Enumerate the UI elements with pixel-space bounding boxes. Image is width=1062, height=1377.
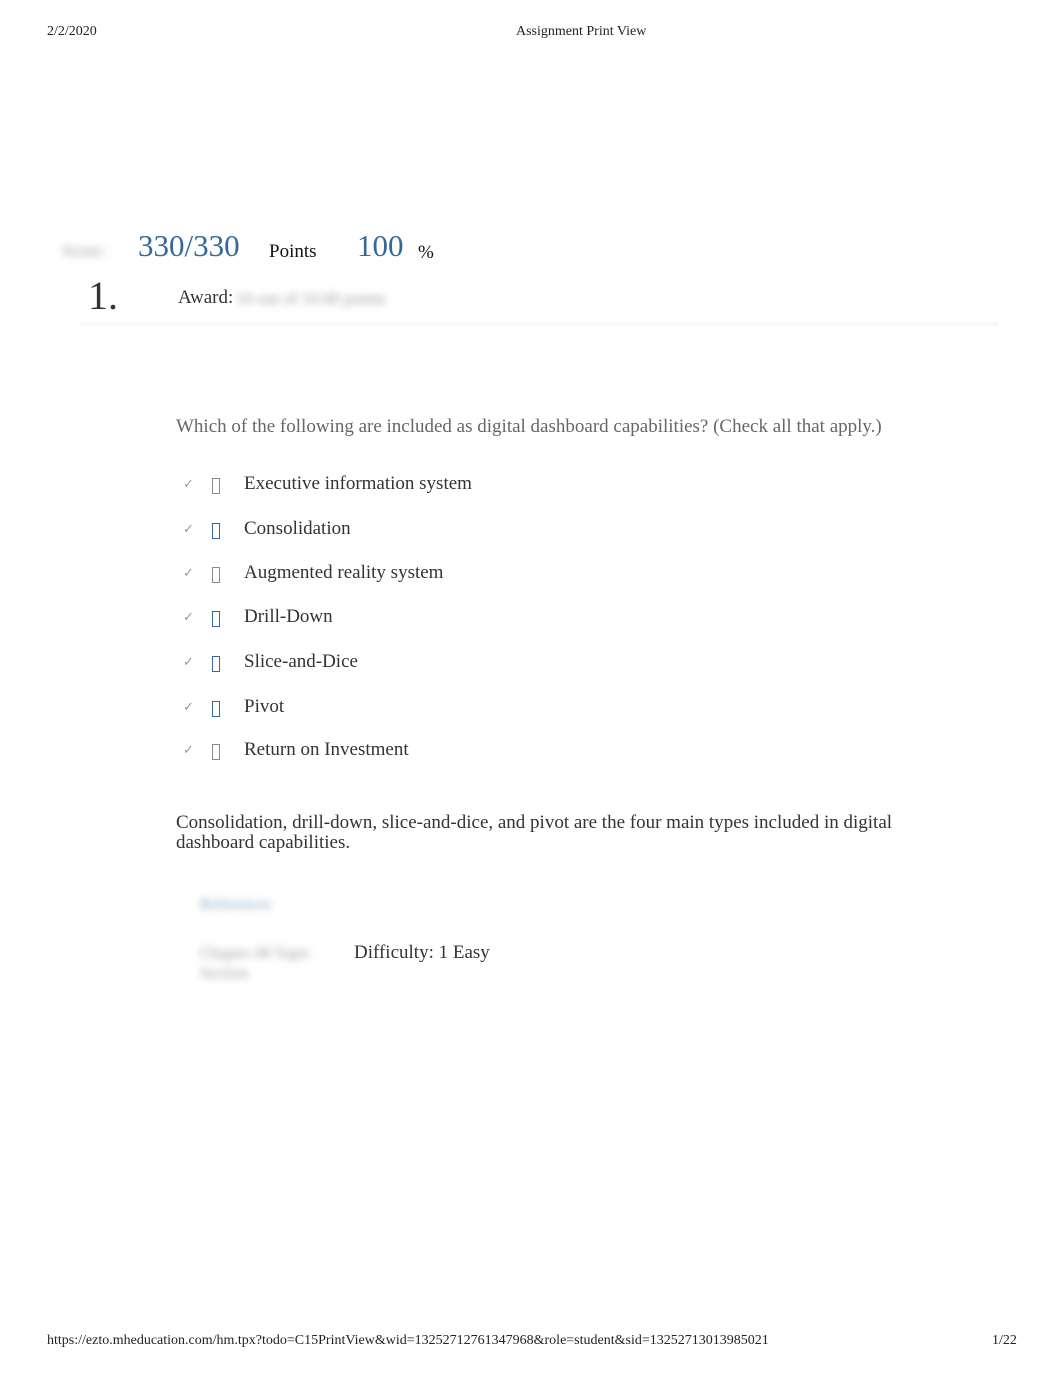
divider: [80, 322, 998, 326]
answer-option-label: Return on Investment: [244, 739, 409, 760]
answer-option: ✓ Drill-Down: [176, 603, 333, 631]
check-mark-icon: ✓: [183, 565, 194, 581]
print-date: 2/2/2020: [47, 24, 97, 39]
answer-option-label: Augmented reality system: [244, 562, 444, 583]
references-link[interactable]: References: [200, 896, 271, 914]
award-label: Award:: [178, 287, 234, 308]
check-mark-icon: ✓: [183, 699, 194, 715]
score-value: 330/330: [138, 228, 240, 263]
difficulty-label: Difficulty: 1 Easy: [354, 942, 490, 963]
answer-option: ✓ Pivot: [176, 693, 284, 721]
answer-option: ✓ Augmented reality system: [176, 559, 443, 587]
checkbox[interactable]: [212, 567, 220, 583]
check-mark-icon: ✓: [183, 521, 194, 537]
explanation: Consolidation, drill-down, slice-and-dic…: [176, 812, 893, 853]
checkbox[interactable]: [212, 611, 220, 627]
percent-value: 100: [357, 228, 404, 263]
score-label: Score:: [62, 241, 106, 260]
percent-sign: %: [418, 242, 434, 263]
answer-option: ✓ Consolidation: [176, 515, 351, 543]
checkbox[interactable]: [212, 701, 220, 717]
checkbox[interactable]: [212, 656, 220, 672]
answer-option-label: Pivot: [244, 696, 285, 717]
check-mark-icon: ✓: [183, 742, 194, 758]
answer-option-label: Executive information system: [244, 473, 472, 494]
page-title: Assignment Print View: [516, 24, 647, 39]
check-mark-icon: ✓: [183, 609, 194, 625]
checkbox[interactable]: [212, 478, 220, 494]
answer-option: ✓ Slice-and-Dice: [176, 648, 358, 676]
answer-option: ✓ Executive information system: [176, 470, 472, 498]
check-mark-icon: ✓: [183, 654, 194, 670]
check-mark-icon: ✓: [183, 476, 194, 492]
answer-option-label: Consolidation: [244, 518, 351, 539]
checkbox[interactable]: [212, 744, 220, 760]
question-number: 1.: [88, 273, 118, 318]
topic-label: Chapter 08 Topic Section: [200, 945, 311, 982]
points-label: Points: [269, 241, 317, 262]
page-number: 1/22: [992, 1333, 1017, 1348]
answer-option: ✓ Return on Investment: [176, 736, 409, 764]
answer-option-label: Slice-and-Dice: [244, 651, 358, 672]
checkbox[interactable]: [212, 523, 220, 539]
question-prompt: Which of the following are included as d…: [176, 416, 882, 437]
answer-option-label: Drill-Down: [244, 606, 333, 627]
award-value: 10 out of 10.00 points: [236, 289, 386, 308]
footer-url: https://ezto.mheducation.com/hm.tpx?todo…: [47, 1333, 769, 1348]
